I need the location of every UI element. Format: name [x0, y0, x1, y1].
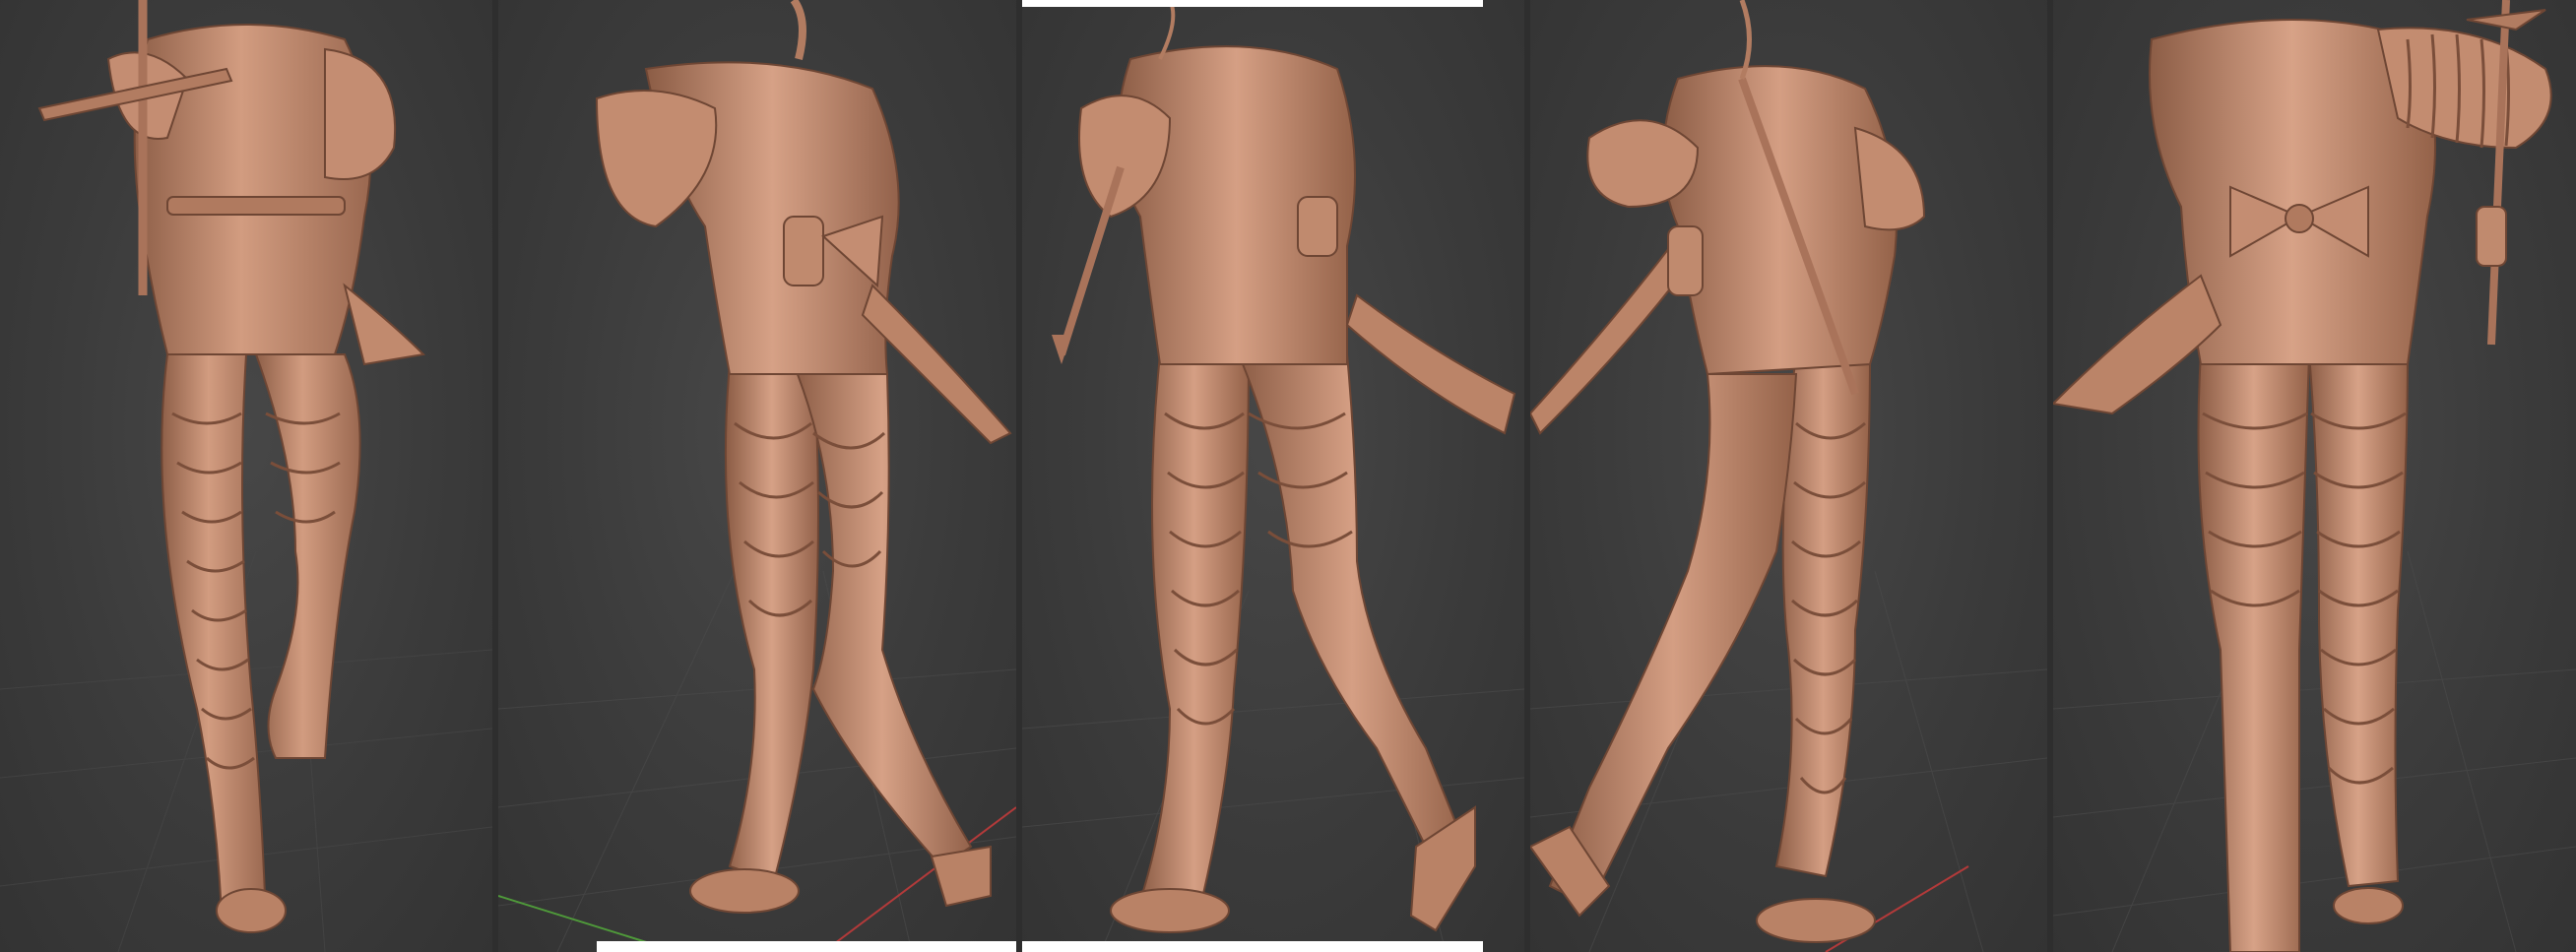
- viewport-right[interactable]: [1530, 0, 2047, 952]
- selection-highlight-bar: [597, 941, 1016, 952]
- viewport-strip: [0, 0, 2576, 952]
- viewport-back[interactable]: [2053, 0, 2576, 952]
- model-left-render: [1022, 0, 1524, 952]
- viewport-front[interactable]: [0, 0, 492, 952]
- selection-highlight-bar-top: [1022, 0, 1483, 7]
- model-right-render: [1530, 0, 2047, 952]
- viewport-left[interactable]: [1022, 0, 1524, 952]
- viewport-back-left[interactable]: [498, 0, 1016, 952]
- model-back-render: [2053, 0, 2576, 952]
- model-back-left-render: [498, 0, 1016, 952]
- selection-highlight-bar-bottom: [1022, 941, 1483, 952]
- model-front-render: [0, 0, 492, 952]
